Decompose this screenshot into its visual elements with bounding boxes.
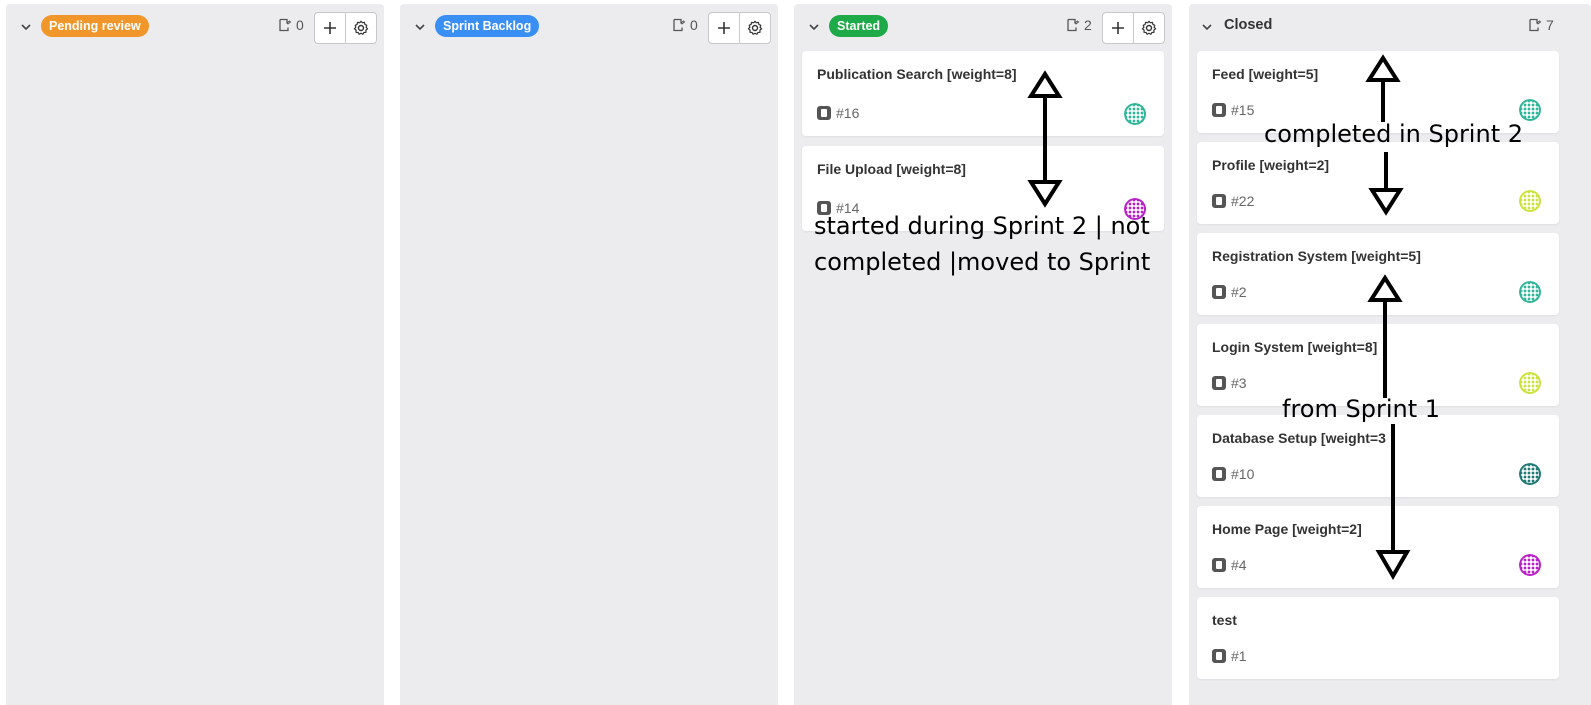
- gear-icon: [747, 20, 763, 35]
- column-header: Closed 7: [1189, 4, 1591, 50]
- plus-icon: [718, 22, 730, 34]
- assignee-avatar[interactable]: [1519, 372, 1541, 394]
- issue-number: #10: [1231, 466, 1255, 482]
- column-title-badge: Started: [829, 15, 889, 37]
- gear-icon: [1141, 20, 1157, 35]
- issue-number: #2: [1231, 284, 1247, 300]
- column-actions: [314, 12, 377, 44]
- issue-title[interactable]: Login System [weight=8]: [1212, 339, 1377, 355]
- issue-count: 0: [278, 17, 304, 33]
- issue-count-value: 7: [1546, 17, 1554, 33]
- issue-icon: [1212, 467, 1226, 481]
- assignee-avatar[interactable]: [1519, 190, 1541, 212]
- annotation-started-line1: started during Sprint 2 | not: [814, 212, 1150, 240]
- chevron-down-icon[interactable]: [412, 19, 428, 35]
- issue-card[interactable]: Home Page [weight=2] #4: [1197, 506, 1559, 588]
- assignee-avatar[interactable]: [1124, 103, 1146, 125]
- issue-number: #16: [836, 105, 860, 121]
- column-actions: [1102, 12, 1165, 44]
- issue-reference: #22: [1212, 193, 1254, 209]
- issue-title[interactable]: Registration System [weight=5]: [1212, 248, 1421, 264]
- column-header: Started 2: [794, 4, 1172, 50]
- issue-icon: [1212, 376, 1226, 390]
- issue-card[interactable]: Database Setup [weight=3 #10: [1197, 415, 1559, 497]
- issue-count-value: 0: [296, 17, 304, 33]
- column-started: Started 2 Publication Search [weight=8] …: [794, 4, 1172, 705]
- column-settings-button[interactable]: [1133, 13, 1164, 43]
- column-settings-button[interactable]: [739, 13, 770, 43]
- issue-icon: [1212, 558, 1226, 572]
- issue-number: #4: [1231, 557, 1247, 573]
- chevron-down-icon[interactable]: [1199, 19, 1215, 35]
- issue-title[interactable]: Database Setup [weight=3: [1212, 430, 1386, 446]
- column-settings-button[interactable]: [345, 13, 376, 43]
- chevron-down-icon[interactable]: [806, 19, 822, 35]
- column-title-badge: Pending review: [41, 15, 149, 37]
- issue-reference: #10: [1212, 466, 1254, 482]
- add-issue-button[interactable]: [315, 13, 345, 43]
- issue-card[interactable]: test #1: [1197, 597, 1559, 679]
- column-actions: [708, 12, 771, 44]
- column-sprint-backlog: Sprint Backlog 0: [400, 4, 778, 705]
- annotation-started-line2: completed |moved to Sprint: [814, 248, 1151, 276]
- issues-icon: [673, 18, 686, 32]
- issue-reference: #1: [1212, 648, 1247, 664]
- issue-number: #1: [1231, 648, 1247, 664]
- issue-reference: #15: [1212, 102, 1254, 118]
- plus-icon: [324, 22, 336, 34]
- issue-title[interactable]: test: [1212, 612, 1237, 628]
- issue-number: #22: [1231, 193, 1255, 209]
- annotation-closed-mid: from Sprint 1: [1282, 395, 1441, 423]
- annotation-closed-top: completed in Sprint 2: [1264, 120, 1523, 148]
- issue-icon: [817, 106, 831, 120]
- issues-icon: [279, 18, 292, 32]
- issue-count: 2: [1066, 17, 1092, 33]
- issues-icon: [1529, 18, 1542, 32]
- issue-count: 7: [1528, 17, 1554, 33]
- issue-title[interactable]: Publication Search [weight=8]: [817, 66, 1017, 82]
- issue-title[interactable]: File Upload [weight=8]: [817, 161, 966, 177]
- issue-card[interactable]: Registration System [weight=5] #2: [1197, 233, 1559, 315]
- column-title: Closed: [1224, 17, 1273, 33]
- assignee-avatar[interactable]: [1519, 554, 1541, 576]
- assignee-avatar[interactable]: [1519, 281, 1541, 303]
- add-issue-button[interactable]: [709, 13, 739, 43]
- column-title-badge: Sprint Backlog: [435, 15, 540, 37]
- issue-title[interactable]: Home Page [weight=2]: [1212, 521, 1362, 537]
- column-pending-review: Pending review 0: [6, 4, 384, 705]
- add-issue-button[interactable]: [1103, 13, 1133, 43]
- issue-reference: #3: [1212, 375, 1247, 391]
- column-header: Sprint Backlog 0: [400, 4, 778, 50]
- issue-number: #15: [1231, 102, 1255, 118]
- issue-reference: #16: [817, 105, 859, 121]
- issue-reference: #2: [1212, 284, 1247, 300]
- issue-reference: #4: [1212, 557, 1247, 573]
- column-header: Pending review 0: [6, 4, 384, 50]
- issue-card[interactable]: Profile [weight=2] #22: [1197, 142, 1559, 224]
- issue-title[interactable]: Profile [weight=2]: [1212, 157, 1329, 173]
- issue-icon: [1212, 103, 1226, 117]
- issue-count: 0: [672, 17, 698, 33]
- chevron-down-icon[interactable]: [18, 19, 34, 35]
- issue-count-value: 2: [1084, 17, 1092, 33]
- issue-icon: [1212, 649, 1226, 663]
- assignee-avatar[interactable]: [1519, 463, 1541, 485]
- issue-icon: [1212, 285, 1226, 299]
- issue-number: #3: [1231, 375, 1247, 391]
- issue-count-value: 0: [690, 17, 698, 33]
- issue-title[interactable]: Feed [weight=5]: [1212, 66, 1318, 82]
- gear-icon: [353, 20, 369, 35]
- issue-icon: [1212, 194, 1226, 208]
- issues-icon: [1067, 18, 1080, 32]
- issue-card[interactable]: Publication Search [weight=8] #16: [802, 51, 1164, 136]
- plus-icon: [1112, 22, 1124, 34]
